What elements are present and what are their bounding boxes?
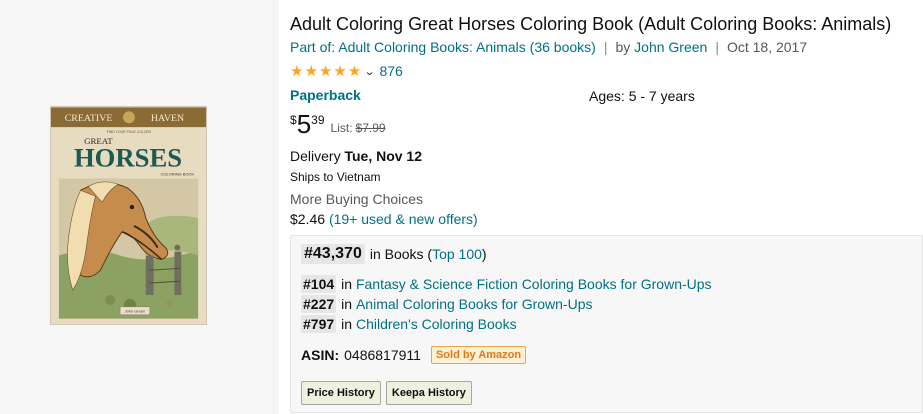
list-item: #227 in Animal Coloring Books for Grown-… [301,294,712,314]
byline: Part of: Adult Coloring Books: Animals (… [290,38,807,56]
main-sales-rank: #43,370 in Books (Top 100) [301,244,487,264]
more-buying-choices-label: More Buying Choices [290,191,424,207]
rank-badge: #227 [301,295,337,313]
author-link[interactable]: John Green [634,39,707,55]
cover-title-main: HORSES [74,143,182,173]
star-icon: ★ [304,62,318,80]
star-rating[interactable]: ★ ★ ★ ★ ★ [290,64,361,79]
delivery-info: Delivery Tue, Nov 12 [290,148,422,164]
offers-row: $2.46 (19+ used & new offers) [290,211,478,227]
category-link[interactable]: Animal Coloring Books for Grown-Ups [356,296,593,312]
price-fraction: 39 [311,113,325,127]
star-icon: ★ [290,62,304,80]
cover-brand-left: CREATIVE [65,113,113,124]
list-price-label: List: [330,121,353,135]
product-details: Adult Coloring Great Horses Coloring Boo… [290,0,923,414]
star-icon: ★ [347,62,362,80]
price-history-button[interactable]: Price History [301,381,381,405]
rating-count-link[interactable]: 876 [379,63,402,79]
cover-subtitle: COLORING BOOK [161,172,195,177]
list-item: #104 in Fantasy & Science Fiction Colori… [301,274,712,294]
offer-price: $2.46 [290,211,326,227]
cover-tagline: FIND YOUR TRUE COLORS [107,130,152,134]
rank-badge: #104 [301,275,337,293]
category-link[interactable]: Children's Coloring Books [356,316,517,332]
asin-label: ASIN: [301,347,340,363]
list-item: #797 in Children's Coloring Books [301,314,712,334]
asin-value: 0486817911 [344,347,421,363]
history-buttons: Price History Keepa History [301,381,472,405]
asin-row: ASIN: 0486817911 Sold by Amazon [301,346,527,364]
sales-rank-box: #43,370 in Books (Top 100) #104 in Fanta… [290,235,923,413]
publication-date: Oct 18, 2017 [726,39,808,55]
sold-by-amazon-badge: Sold by Amazon [430,346,527,364]
list-price: List: $7.99 [331,121,386,135]
rank-badge: #797 [301,315,337,333]
by-prefix: by [615,39,631,55]
chevron-down-icon[interactable]: ⌄ [364,65,376,78]
keepa-history-button[interactable]: Keepa History [385,381,472,405]
category-link[interactable]: Fantasy & Science Fiction Coloring Books… [356,276,712,292]
rank-badge: #43,370 [301,244,365,264]
ships-to: Ships to Vietnam [290,170,381,184]
age-range: Ages: 5 - 7 years [589,88,695,104]
list-price-value: $7.99 [355,121,386,135]
rank-close: ) [481,246,487,262]
book-cover-image[interactable]: CREATIVE HAVEN FIND YOUR TRUE COLORS GRE… [50,106,207,325]
cover-brand-right: HAVEN [151,113,184,124]
price-whole: 5 [296,109,312,139]
offers-link[interactable]: (19+ used & new offers) [329,211,478,227]
top-100-link[interactable]: Top 100 [432,246,482,262]
delivery-date: Tue, Nov 12 [344,148,423,164]
sub-rank-list: #104 in Fantasy & Science Fiction Colori… [301,274,712,334]
rank-in: in [341,296,353,312]
price: $ 5 39 List: $7.99 [290,110,386,140]
byline-separator: | [603,39,608,55]
rank-in: in [341,316,353,332]
star-icon: ★ [318,62,333,80]
price-currency: $ [290,113,297,127]
product-image-panel: CREATIVE HAVEN FIND YOUR TRUE COLORS GRE… [0,0,279,414]
byline-separator: | [715,39,719,55]
product-title[interactable]: Adult Coloring Great Horses Coloring Boo… [290,12,891,36]
series-link[interactable]: Part of: Adult Coloring Books: Animals (… [290,39,596,55]
rating-row[interactable]: ★ ★ ★ ★ ★ ⌄ 876 [290,62,403,80]
format-link[interactable]: Paperback [290,87,361,103]
delivery-label: Delivery [290,148,341,164]
rank-in-books: in Books ( [369,246,433,262]
rank-in: in [341,276,353,292]
star-icon: ★ [333,62,347,80]
cover-author-tag: John Green [125,309,146,314]
